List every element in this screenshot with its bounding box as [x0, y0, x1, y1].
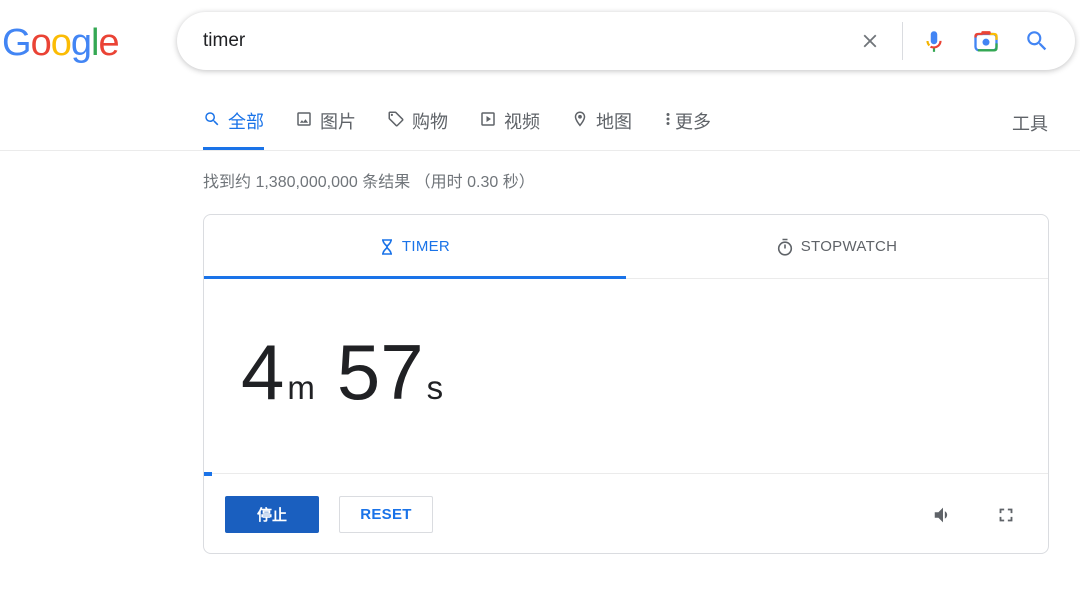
- reset-button[interactable]: RESET: [339, 496, 433, 533]
- timer-progress-fill: [204, 472, 212, 476]
- tab-label: 全部: [228, 112, 264, 132]
- timer-seconds: 57: [336, 328, 424, 416]
- image-icon: [295, 110, 313, 128]
- tab-more[interactable]: 更多: [663, 108, 711, 150]
- tab-videos[interactable]: 视频: [479, 108, 540, 150]
- search-box: [177, 12, 1075, 70]
- search-input[interactable]: [203, 29, 803, 53]
- play-icon: [479, 110, 497, 128]
- logo-letter: g: [70, 22, 92, 64]
- header-divider: [0, 150, 1080, 151]
- search-separator: [902, 22, 903, 60]
- stop-button[interactable]: 停止: [225, 496, 319, 533]
- tab-timer[interactable]: TIMER: [204, 215, 626, 279]
- search-icon: [203, 110, 221, 128]
- tools-button[interactable]: 工具: [1012, 110, 1048, 136]
- tab-all[interactable]: 全部: [203, 108, 264, 150]
- tab-stopwatch[interactable]: STOPWATCH: [626, 215, 1048, 278]
- result-stats: 找到约 1,380,000,000 条结果 （用时 0.30 秒）: [203, 174, 535, 191]
- search-icon[interactable]: [1022, 26, 1052, 56]
- logo-letter: e: [98, 22, 119, 64]
- tab-timer-label: TIMER: [401, 238, 451, 255]
- timer-display: 4 m 57 s: [241, 333, 465, 411]
- volume-icon[interactable]: [929, 501, 957, 529]
- camera-lens-icon[interactable]: [971, 26, 1001, 56]
- tab-label: 更多: [675, 112, 711, 132]
- more-vert-icon: [663, 110, 673, 128]
- timer-card: TIMER STOPWATCH 4 m 57 s 停止 RESET: [203, 214, 1049, 554]
- logo-letter: l: [90, 22, 100, 64]
- timer-progress-track: [204, 473, 1048, 474]
- tab-label: 视频: [504, 112, 540, 132]
- logo-letter: o: [30, 22, 52, 64]
- tab-images[interactable]: 图片: [295, 108, 356, 150]
- timer-mode-tabs: TIMER STOPWATCH: [204, 215, 1048, 279]
- tab-shopping[interactable]: 购物: [387, 108, 448, 150]
- logo-letter: o: [50, 22, 72, 64]
- timer-seconds-unit: s: [426, 369, 444, 406]
- logo-letter: G: [2, 22, 32, 64]
- tag-icon: [387, 110, 405, 128]
- microphone-icon[interactable]: [919, 26, 949, 56]
- tab-label: 购物: [412, 112, 448, 132]
- tab-maps[interactable]: 地图: [571, 108, 632, 150]
- timer-minutes: 4: [241, 328, 285, 416]
- hourglass-icon: [380, 238, 394, 255]
- tab-label: 地图: [596, 112, 632, 132]
- timer-minutes-unit: m: [287, 369, 315, 406]
- google-logo[interactable]: Google: [2, 22, 120, 65]
- tab-stopwatch-label: STOPWATCH: [800, 238, 898, 255]
- tab-label: 图片: [320, 112, 356, 132]
- clear-icon[interactable]: [855, 26, 885, 56]
- fullscreen-icon[interactable]: [992, 501, 1020, 529]
- map-pin-icon: [571, 110, 589, 128]
- stopwatch-icon: [777, 238, 793, 256]
- search-tabs: 全部 图片 购物 视频 地图 更多: [203, 108, 742, 150]
